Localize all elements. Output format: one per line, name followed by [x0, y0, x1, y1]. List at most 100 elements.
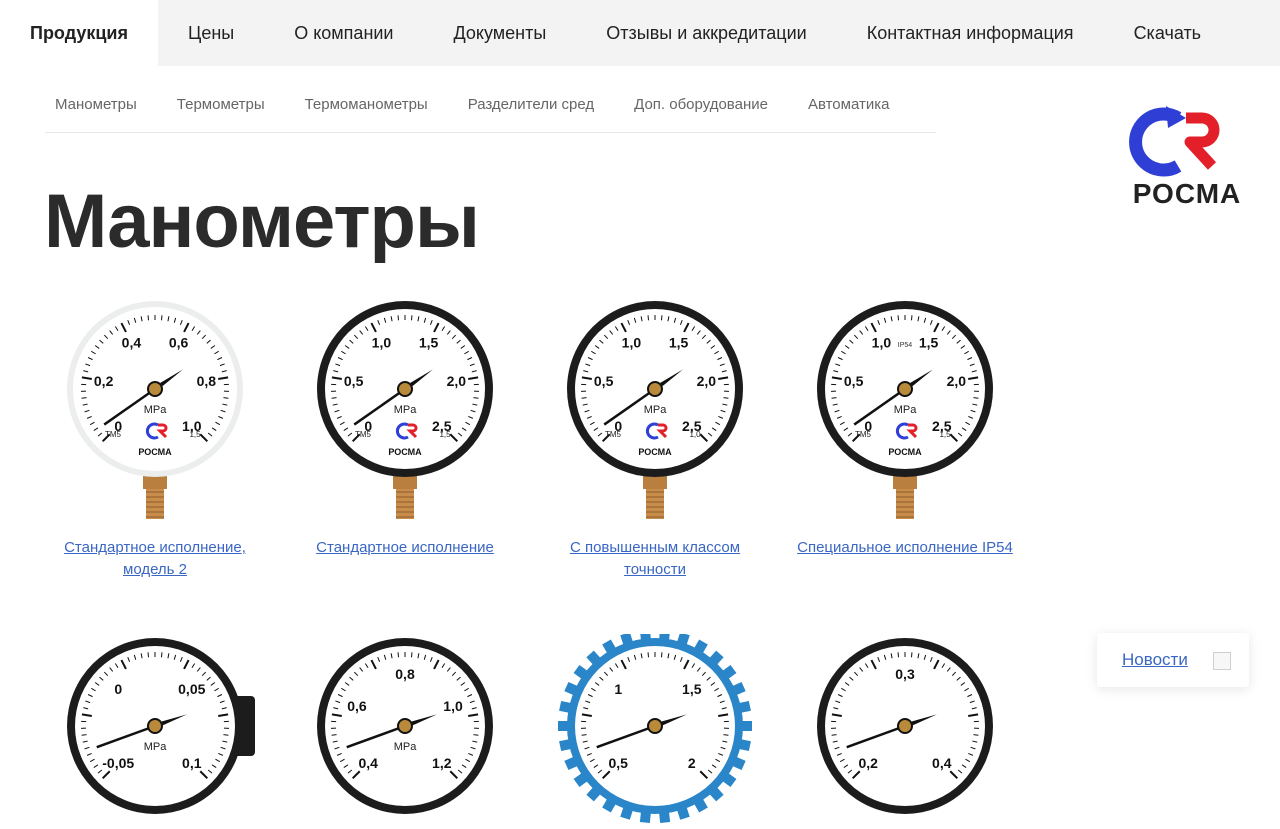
- gauge-scale-label: 0,5: [344, 373, 364, 389]
- product-image[interactable]: 00,20,40,60,81,0MPaТМ51,5РОСМА: [30, 296, 280, 531]
- gauge-scale-label: 0,5: [608, 755, 628, 771]
- gauge-pivot: [398, 382, 412, 396]
- manometer-gauge-icon: 00,20,40,60,81,0MPaТМ51,5РОСМА: [30, 296, 280, 531]
- gauge-scale-label: 0,4: [932, 755, 952, 771]
- product-link[interactable]: Стандартное исполнение, модель 2: [30, 537, 280, 581]
- manometer-gauge-icon[interactable]: 0,4 0,6 0,8 1,0 1,2 MPa: [280, 634, 530, 824]
- gauge-scale-label: 0,6: [347, 698, 367, 714]
- gauge-scale-label: 1,2: [432, 755, 452, 771]
- nav-about[interactable]: О компании: [264, 0, 423, 66]
- gauge-unit: MPa: [394, 741, 418, 753]
- product-card[interactable]: -0,0500,050,1MPa: [30, 634, 280, 829]
- gauge-scale-label: 0: [114, 681, 122, 697]
- news-link[interactable]: Новости: [1122, 650, 1188, 670]
- page-title: Манометры: [44, 178, 479, 265]
- subnav-thermometers[interactable]: Термометры: [157, 84, 285, 113]
- manometer-gauge-icon[interactable]: -0,0500,050,1MPa: [30, 634, 280, 824]
- gauge-scale-label: 2,0: [947, 373, 967, 389]
- gauge-model: ТМ5: [855, 430, 872, 439]
- gauge-unit: MPa: [144, 404, 168, 416]
- product-grid: 00,20,40,60,81,0MPaТМ51,5РОСМАСтандартно…: [30, 296, 1030, 720]
- gauge-model: ТМ5: [605, 430, 622, 439]
- product-card[interactable]: 0,2 0,3 0,4: [780, 634, 1030, 829]
- company-logo[interactable]: РОСМА: [1126, 104, 1248, 214]
- gauge-scale-label: 0,4: [358, 755, 378, 771]
- subnav-thermomanometers[interactable]: Термоманометры: [285, 84, 448, 113]
- gauge-unit: MPa: [894, 404, 918, 416]
- gauge-scale-label: 1,0: [443, 698, 463, 714]
- gauge-scale-label: 1,0: [872, 335, 892, 351]
- gauge-scale-label: 2: [688, 755, 696, 771]
- product-image[interactable]: 00,51,01,52,02,5MPaТМ51,5РОСМА: [280, 296, 530, 531]
- news-toggle-icon[interactable]: [1213, 652, 1231, 670]
- gauge-model: ТМ5: [105, 430, 122, 439]
- gauge-pivot: [398, 719, 412, 733]
- gauge-pivot: [898, 719, 912, 733]
- nav-prices[interactable]: Цены: [158, 0, 264, 66]
- gauge-unit: MPa: [394, 404, 418, 416]
- product-link[interactable]: С повышенным классом точности: [530, 537, 780, 581]
- gauge-scale-label: 1,5: [669, 335, 689, 351]
- subnav-automation[interactable]: Автоматика: [788, 84, 910, 113]
- gauge-scale-label: 0,2: [858, 755, 878, 771]
- gauge-pivot: [148, 382, 162, 396]
- product-card[interactable]: 00,20,40,60,81,0MPaТМ51,5РОСМАСтандартно…: [30, 296, 280, 581]
- gauge-class: 1,0: [689, 430, 701, 439]
- gauge-brand: РОСМА: [888, 447, 922, 457]
- manometer-gauge-icon[interactable]: 0,2 0,3 0,4: [780, 634, 1030, 824]
- nav-contacts[interactable]: Контактная информация: [837, 0, 1104, 66]
- top-navigation: Продукция Цены О компании Документы Отзы…: [0, 0, 1280, 66]
- gauge-scale-label: 1,0: [622, 335, 642, 351]
- gauge-scale-label: 1,5: [919, 335, 939, 351]
- gauge-scale-label: 2,0: [697, 373, 717, 389]
- gauge-scale-label: 0,6: [169, 335, 189, 351]
- gauge-scale-label: 1,0: [372, 335, 392, 351]
- nav-download[interactable]: Скачать: [1104, 0, 1232, 66]
- product-image[interactable]: 00,51,01,52,02,5MPaIP54ТМ51,5РОСМА: [780, 296, 1030, 531]
- gauge-scale-label: -0,05: [102, 755, 134, 771]
- gauge-unit: MPa: [144, 741, 168, 753]
- gauge-scale-label: 1,5: [682, 681, 702, 697]
- product-link[interactable]: Специальное исполнение IP54: [780, 537, 1030, 559]
- manometer-gauge-icon[interactable]: 0,5 1 1,5 2: [530, 634, 780, 824]
- gauge-pivot: [898, 382, 912, 396]
- gauge-badge: IP54: [898, 342, 913, 349]
- product-link[interactable]: Стандартное исполнение: [280, 537, 530, 559]
- gauge-brand: РОСМА: [138, 447, 172, 457]
- product-card[interactable]: 00,51,01,52,02,5MPaТМ51,0РОСМАС повышенн…: [530, 296, 780, 581]
- gauge-scale-label: 2,0: [447, 373, 467, 389]
- product-card[interactable]: 00,51,01,52,02,5MPaIP54ТМ51,5РОСМАСпециа…: [780, 296, 1030, 559]
- product-card[interactable]: 0,5 1 1,5 2: [530, 634, 780, 829]
- gauge-thread: [896, 489, 914, 519]
- gauge-scale-label: 0,4: [122, 335, 142, 351]
- gauge-unit: MPa: [644, 404, 668, 416]
- manometer-gauge-icon: 00,51,01,52,02,5MPaТМ51,0РОСМА: [530, 296, 780, 531]
- gauge-thread: [146, 489, 164, 519]
- gauge-thread: [396, 489, 414, 519]
- gauge-pivot: [648, 382, 662, 396]
- nav-products[interactable]: Продукция: [0, 0, 158, 66]
- gauge-scale-label: 0,8: [395, 666, 415, 682]
- gauge-thread: [646, 489, 664, 519]
- gauge-brand: РОСМА: [638, 447, 672, 457]
- nav-documents[interactable]: Документы: [424, 0, 577, 66]
- news-widget[interactable]: Новости: [1097, 633, 1249, 687]
- gauge-pivot: [148, 719, 162, 733]
- gauge-scale-label: 1: [614, 681, 622, 697]
- gauge-class: 1,5: [439, 430, 451, 439]
- product-card[interactable]: 0,4 0,6 0,8 1,0 1,2 MPa: [280, 634, 530, 829]
- gauge-pivot: [648, 719, 662, 733]
- gauge-scale-label: 1,5: [419, 335, 439, 351]
- gauge-scale-label: 0,3: [895, 666, 915, 682]
- gauge-class: 1,5: [939, 430, 951, 439]
- subnav-separators[interactable]: Разделители сред: [448, 84, 614, 113]
- product-card[interactable]: 00,51,01,52,02,5MPaТМ51,5РОСМАСтандартно…: [280, 296, 530, 559]
- subnav-extra-equipment[interactable]: Доп. оборудование: [614, 84, 788, 113]
- manometer-gauge-icon: 00,51,01,52,02,5MPaТМ51,5РОСМА: [280, 296, 530, 531]
- gauge-brand: РОСМА: [388, 447, 422, 457]
- product-image[interactable]: 00,51,01,52,02,5MPaТМ51,0РОСМА: [530, 296, 780, 531]
- gauge-model: ТМ5: [355, 430, 372, 439]
- subnav-manometers[interactable]: Манометры: [45, 84, 157, 113]
- gauge-scale-label: 0,1: [182, 755, 202, 771]
- nav-reviews[interactable]: Отзывы и аккредитации: [576, 0, 836, 66]
